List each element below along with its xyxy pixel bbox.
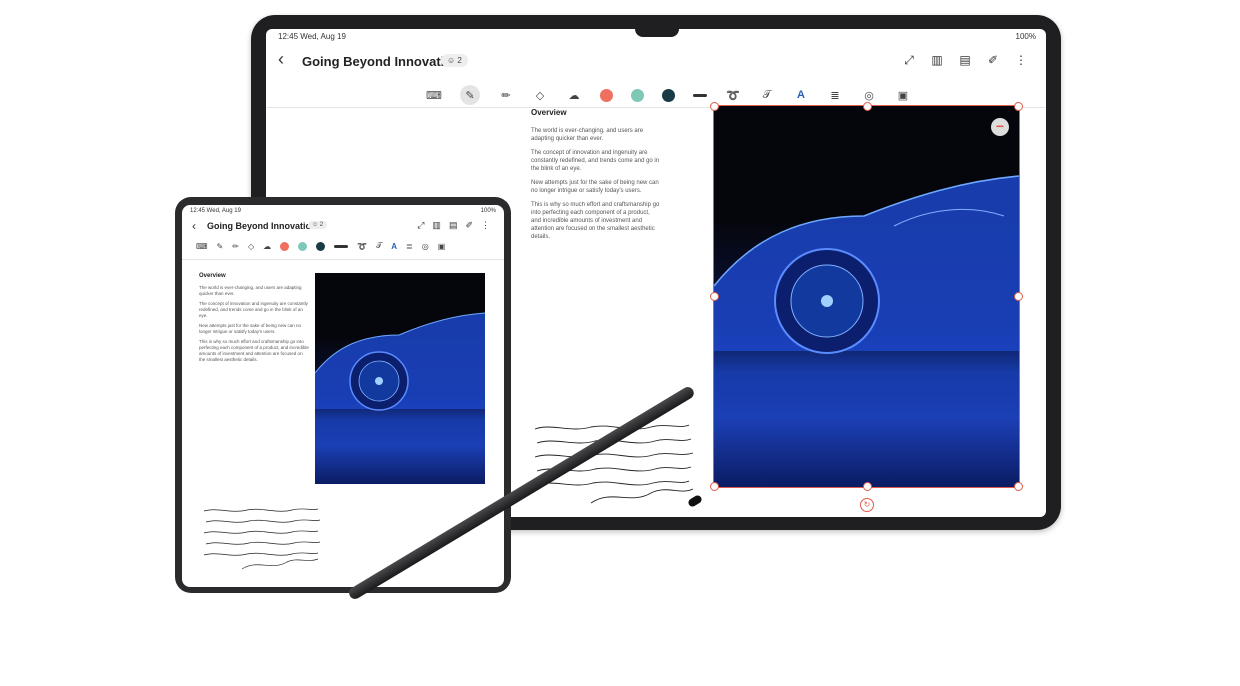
color-swatch-teal[interactable] (631, 88, 644, 102)
lasso-icon[interactable]: ☁ (566, 87, 582, 103)
remove-icon[interactable]: − (991, 118, 1009, 136)
shapes-icon[interactable]: ◎ (422, 242, 429, 251)
attach-icon[interactable]: ✐ (465, 220, 473, 231)
text-convert-icon[interactable]: 𝒯 (376, 241, 382, 251)
color-swatch-navy[interactable] (316, 241, 326, 251)
drawing-toolbar: ⌨ ✎ ✏ ◇ ☁ ➰ 𝒯 A ≣ ◎ ▣ (182, 239, 504, 260)
resize-handle[interactable] (1014, 292, 1023, 301)
pen-tool-icon[interactable]: ✎ (217, 242, 224, 251)
highlighter-icon[interactable]: ✏ (498, 87, 514, 103)
shapes-icon[interactable]: ◎ (861, 87, 877, 103)
highlighter-icon[interactable]: ✏ (232, 242, 239, 251)
fullscreen-icon[interactable]: ⤢ (902, 53, 916, 67)
drawing-toolbar: ⌨ ✎ ✏ ◇ ☁ ➰ 𝒯 A ≣ ◎ ▣ (266, 81, 1046, 108)
resize-handle[interactable] (863, 102, 872, 111)
status-bar: 12:45 Wed, Aug 19 100% (182, 205, 504, 217)
color-swatch-teal[interactable] (298, 241, 308, 251)
paragraph: New attempts just for the sake of being … (531, 180, 659, 194)
resize-handle[interactable] (1014, 482, 1023, 491)
text-box-icon[interactable]: ≣ (406, 242, 413, 251)
page-icon[interactable]: ▤ (958, 53, 972, 67)
book-view-icon[interactable]: ▥ (930, 53, 944, 67)
text-convert-icon[interactable]: 𝒯 (759, 87, 775, 103)
sticker-icon[interactable]: ▣ (438, 242, 446, 251)
car-illustration (315, 312, 485, 411)
handwriting-icon[interactable]: ➰ (725, 87, 741, 103)
paragraph: The world is ever-changing, and users ar… (199, 285, 302, 296)
note-text: Overview The world is ever-changing, and… (531, 109, 661, 247)
eraser-icon[interactable]: ◇ (532, 87, 548, 103)
more-menu-icon[interactable]: ⋮ (1014, 53, 1028, 67)
car-illustration (714, 175, 1019, 354)
app-bar: ‹ Going Beyond Innovation ☺ 2 ⤢ ▥ ▤ ✐ ⋮ (266, 43, 1046, 81)
color-swatch-red[interactable] (280, 241, 290, 251)
lasso-icon[interactable]: ☁ (263, 242, 271, 251)
stroke-width-icon[interactable] (334, 244, 349, 248)
resize-handle[interactable] (1014, 102, 1023, 111)
note-title: Going Beyond Innovation (207, 221, 317, 231)
collaborators-badge[interactable]: ☺ 2 (441, 54, 468, 67)
keyboard-icon[interactable]: ⌨ (426, 87, 442, 103)
status-time: 12:45 Wed, Aug 19 (278, 32, 346, 41)
section-heading: Overview (531, 108, 567, 117)
resize-handle[interactable] (710, 482, 719, 491)
paragraph: The concept of innovation and ingenuity … (199, 301, 308, 318)
fullscreen-icon[interactable]: ⤢ (417, 220, 424, 231)
section-heading: Overview (199, 273, 226, 279)
collaborators-badge[interactable]: ☺ 2 (308, 221, 328, 229)
sticker-icon[interactable]: ▣ (895, 87, 911, 103)
paragraph: The concept of innovation and ingenuity … (531, 150, 660, 172)
text-box-icon[interactable]: ≣ (827, 87, 843, 103)
rotate-handle-icon[interactable]: ↻ (860, 498, 874, 512)
paragraph: This is why so much effort and craftsman… (531, 202, 660, 240)
pen-tool-icon[interactable]: ✎ (460, 85, 480, 105)
handwriting-sketch (203, 508, 321, 570)
back-arrow-icon[interactable]: ‹ (192, 219, 196, 233)
status-bar: 12:45 Wed, Aug 19 100% (266, 29, 1046, 43)
text-style-icon[interactable]: A (391, 242, 397, 251)
eraser-icon[interactable]: ◇ (248, 242, 254, 251)
resize-handle[interactable] (863, 482, 872, 491)
note-title: Going Beyond Innovation (302, 54, 461, 69)
note-text: Overview The world is ever-changing, and… (199, 273, 309, 367)
color-swatch-navy[interactable] (662, 88, 675, 102)
color-swatch-red[interactable] (600, 88, 613, 102)
stroke-width-icon[interactable] (693, 93, 707, 97)
paragraph: This is why so much effort and craftsman… (199, 339, 309, 362)
paragraph: The world is ever-changing, and users ar… (531, 128, 644, 142)
car-image (714, 106, 1019, 487)
more-menu-icon[interactable]: ⋮ (481, 220, 490, 231)
book-view-icon[interactable]: ▥ (432, 220, 441, 231)
car-image[interactable] (315, 273, 485, 484)
resize-handle[interactable] (710, 292, 719, 301)
handwriting-icon[interactable]: ➰ (357, 242, 367, 251)
attach-icon[interactable]: ✐ (986, 53, 1000, 67)
keyboard-icon[interactable]: ⌨ (196, 242, 208, 251)
status-time: 12:45 Wed, Aug 19 (190, 208, 241, 214)
app-bar: ‹ Going Beyond Innovation ☺ 2 ⤢ ▥ ▤ ✐ ⋮ (182, 217, 504, 237)
back-arrow-icon[interactable]: ‹ (278, 49, 284, 70)
page-icon[interactable]: ▤ (449, 220, 458, 231)
resize-handle[interactable] (710, 102, 719, 111)
battery-indicator: 100% (1015, 32, 1036, 41)
battery-indicator: 100% (480, 208, 496, 214)
text-style-icon[interactable]: A (793, 87, 809, 103)
paragraph: New attempts just for the sake of being … (199, 323, 302, 334)
selected-image[interactable]: − (710, 102, 1023, 491)
